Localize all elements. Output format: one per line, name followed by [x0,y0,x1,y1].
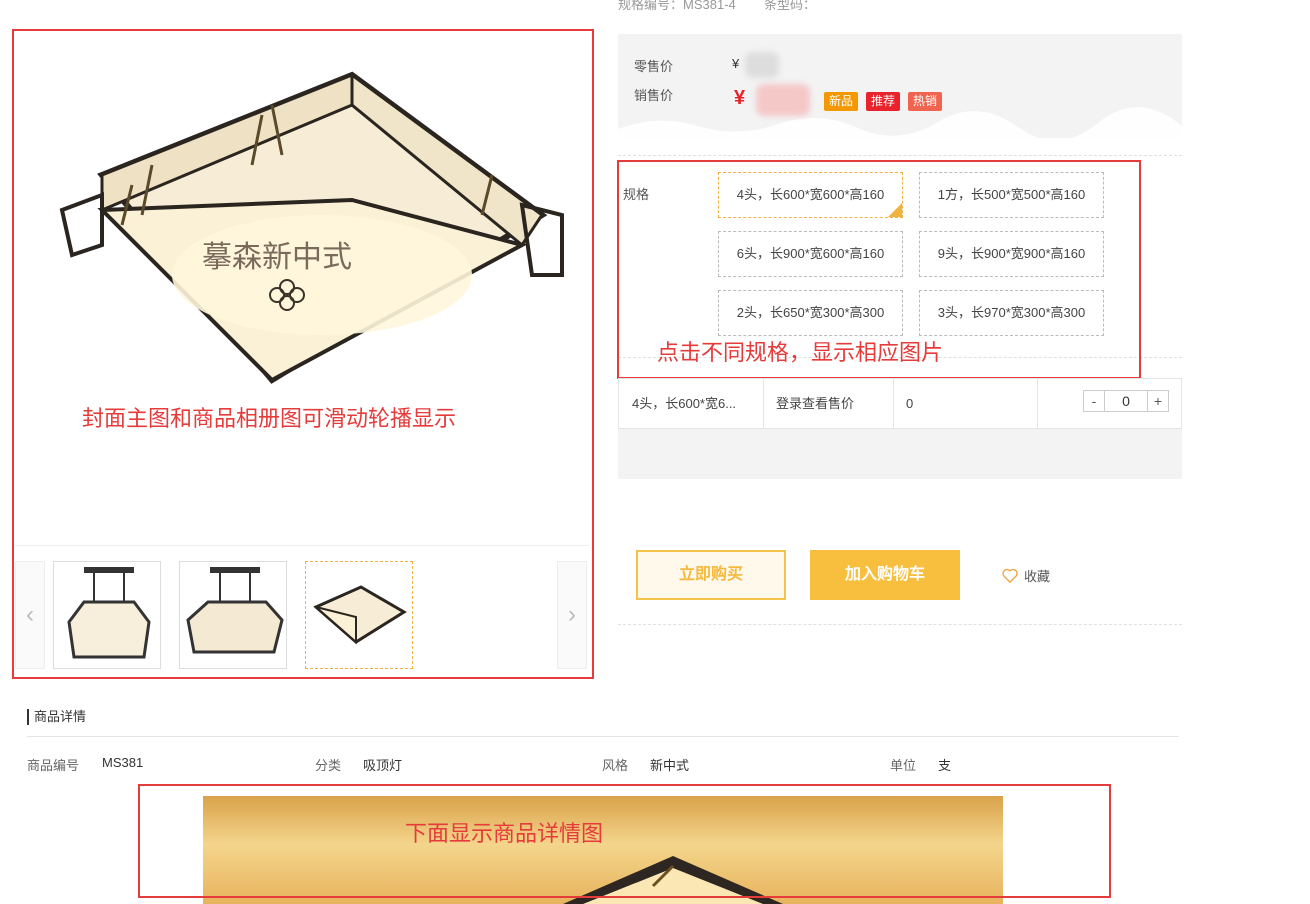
qty-input[interactable]: 0 [1105,390,1147,412]
order-spec-cell: 4头，长600*宽6... [632,396,737,411]
attr-label-unit: 单位 [890,758,917,773]
spec-annotation-box [617,160,1141,379]
divider [27,736,1179,737]
favorite-label: 收藏 [1024,569,1051,584]
order-stock-cell: 0 [906,396,914,411]
retail-price-symbol: ¥ [732,56,740,71]
qty-plus-button[interactable]: + [1147,390,1169,412]
sale-price-value-hidden [756,84,810,116]
divider [618,624,1182,625]
favorite-button[interactable]: 收藏 [1002,566,1050,585]
detail-annotation-box [138,784,1111,898]
attr-value-code: MS381 [102,755,144,770]
order-footer [618,429,1182,479]
retail-price-label: 零售价 [634,59,674,74]
attr-label-style: 风格 [602,758,629,773]
order-price-cell: 登录查看售价 [776,396,855,411]
cloud-pattern-icon [618,107,1182,138]
spec-number-text: 规格编号：MS381-4 [618,0,736,12]
sale-price-label: 销售价 [634,88,674,103]
gallery-annotation-box [12,29,594,679]
attr-value-category: 吸顶灯 [363,758,403,773]
qty-minus-button[interactable]: - [1083,390,1105,412]
attr-label-code: 商品编号 [27,758,80,773]
badge-recommend: 推荐 [866,92,901,111]
attr-label-category: 分类 [315,758,342,773]
divider [618,155,1182,156]
detail-section-title: 商品详情 [27,709,86,725]
attr-value-style: 新中式 [650,758,690,773]
price-panel [618,34,1182,138]
add-to-cart-button[interactable]: 加入购物车 [810,550,960,600]
buy-now-button[interactable]: 立即购买 [636,550,786,600]
badge-new: 新品 [824,92,859,111]
barcode-text: 条型码： [764,0,817,12]
badge-hot: 热销 [908,92,943,111]
retail-price-value-hidden [745,52,779,78]
heart-icon [1002,568,1018,583]
attr-value-unit: 支 [938,758,952,773]
sale-price-symbol: ¥ [734,87,746,109]
